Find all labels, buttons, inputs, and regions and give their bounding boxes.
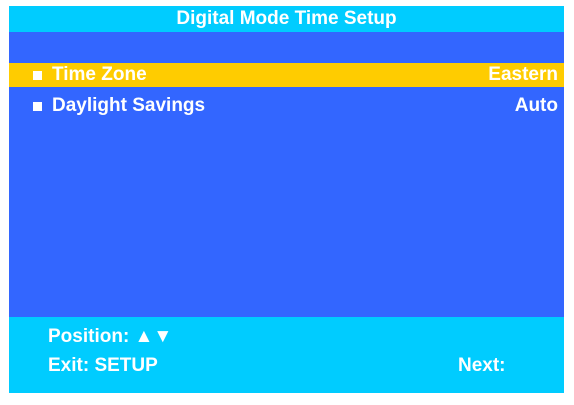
footer-exit-hint: Exit: SETUP [48,355,158,376]
menu-item-value: Eastern [488,64,558,85]
menu-item-label: Time Zone [52,64,147,85]
footer-bar: Position: ▲▼ Exit: SETUP Next: [9,317,564,393]
screen-title: Digital Mode Time Setup [9,6,564,32]
footer-next-hint: Next: [458,355,506,376]
footer-position-hint: Position: ▲▼ [48,326,173,347]
menu-item-label: Daylight Savings [52,95,206,116]
menu-item-value: Auto [514,95,558,116]
menu-item-time-zone[interactable]: Time Zone Eastern [9,63,564,87]
menu-item-daylight-savings[interactable]: Daylight Savings Auto [9,94,564,118]
square-bullet-icon [33,102,42,111]
setup-screen: Digital Mode Time Setup Time Zone Easter… [9,6,564,393]
square-bullet-icon [33,71,42,80]
